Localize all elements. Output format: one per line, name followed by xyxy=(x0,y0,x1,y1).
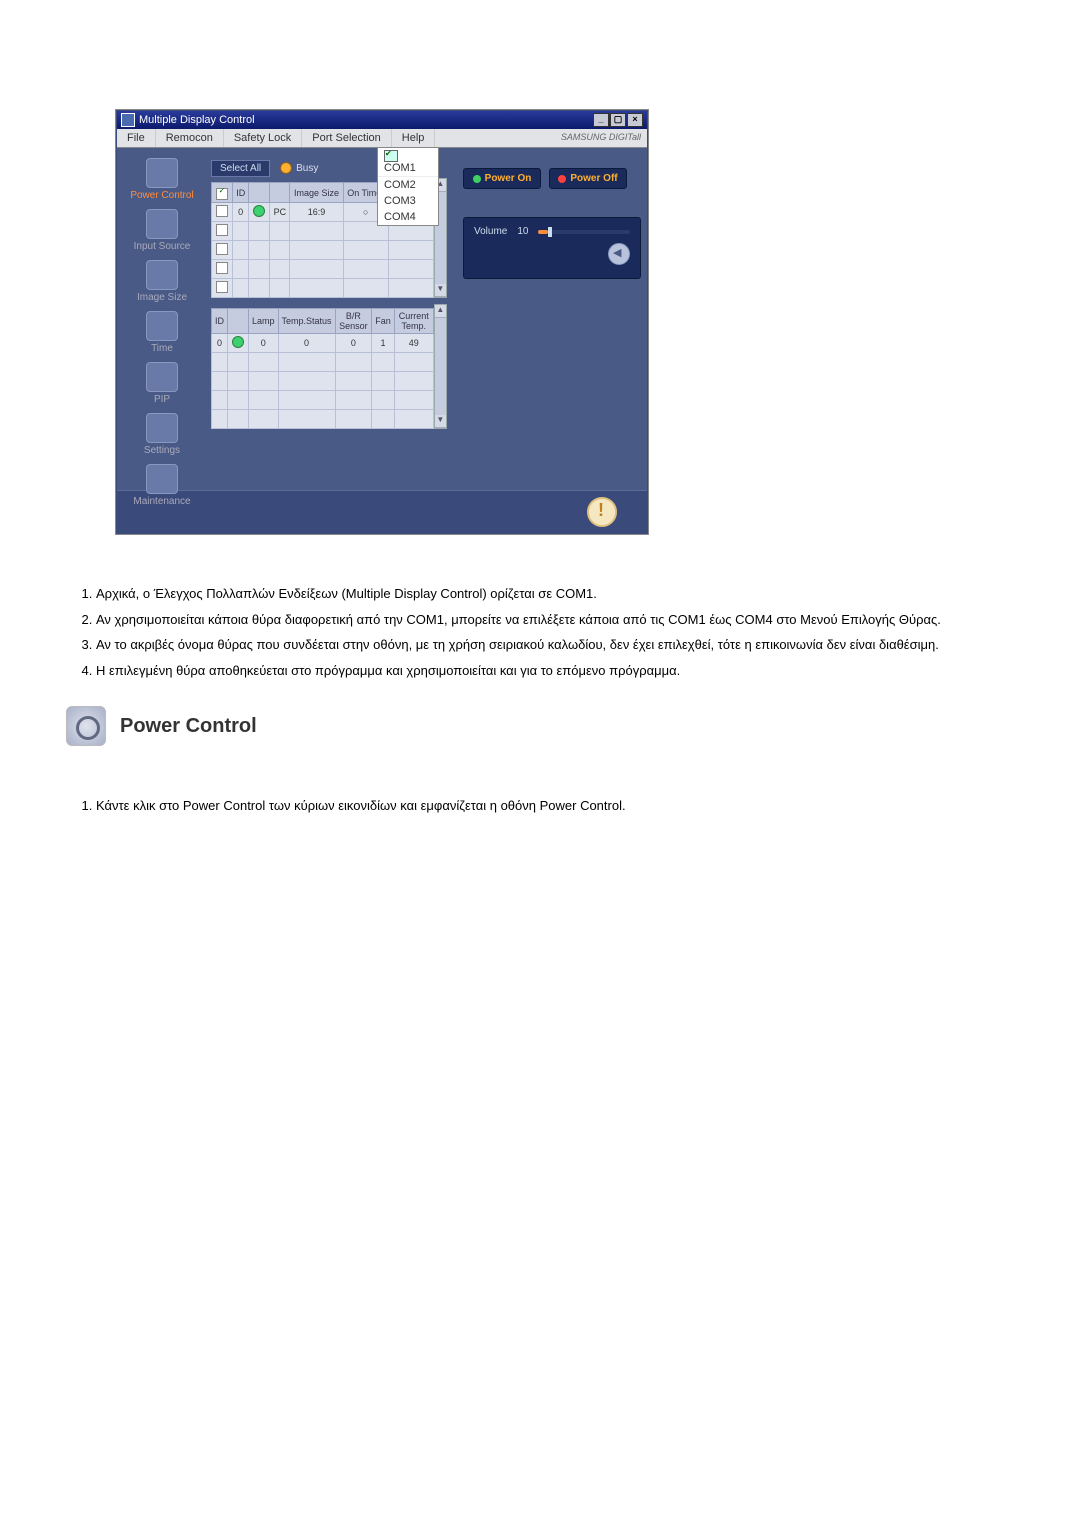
app-icon xyxy=(121,113,135,127)
menubar: File Remocon Safety Lock Port Selection … xyxy=(117,129,647,148)
menu-portselection[interactable]: Port Selection xyxy=(302,129,391,147)
table-row xyxy=(212,372,434,391)
sidebar-item-time[interactable]: Time xyxy=(117,307,207,358)
port-dropdown: COM1 COM2 COM3 COM4 xyxy=(377,147,439,226)
port-option-com1[interactable]: COM1 xyxy=(378,148,438,177)
volume-label: Volume xyxy=(474,226,507,237)
menu-remocon[interactable]: Remocon xyxy=(156,129,224,147)
row-checkbox[interactable] xyxy=(216,205,228,217)
status-dot-icon xyxy=(232,336,244,348)
table-row xyxy=(212,241,434,260)
sidebar: Power Control Input Source Image Size Ti… xyxy=(117,148,207,490)
table-row xyxy=(212,260,434,279)
col2-id: ID xyxy=(212,309,228,334)
table-row[interactable]: 0 0 0 0 1 49 xyxy=(212,334,434,353)
volume-panel: Volume 10 xyxy=(463,217,641,279)
close-button[interactable]: × xyxy=(627,113,643,127)
power-control-icon xyxy=(66,706,106,746)
list-item: Αρχικά, ο Έλεγχος Πολλαπλών Ενδείξεων (M… xyxy=(96,584,1012,604)
sidebar-item-settings[interactable]: Settings xyxy=(117,409,207,460)
busy-dot-icon xyxy=(280,162,292,174)
section-title: Power Control xyxy=(120,715,257,738)
maintenance-icon xyxy=(146,464,178,494)
header-checkbox[interactable] xyxy=(216,188,228,200)
power-icon xyxy=(146,158,178,188)
brand-label: SAMSUNG DIGITall xyxy=(555,129,647,147)
table-row xyxy=(212,410,434,429)
sidebar-item-maintenance[interactable]: Maintenance xyxy=(117,460,207,511)
titlebar: Multiple Display Control _ ▢ × xyxy=(117,111,647,129)
table-row xyxy=(212,279,434,298)
menu-help[interactable]: Help xyxy=(392,129,436,147)
col2-brsensor: B/R Sensor xyxy=(335,309,372,334)
col2-lamp: Lamp xyxy=(249,309,279,334)
speaker-icon[interactable] xyxy=(608,243,630,265)
app-window: Multiple Display Control _ ▢ × File Remo… xyxy=(116,110,648,534)
col-source xyxy=(270,183,290,203)
col2-currenttemp: Current Temp. xyxy=(394,309,433,334)
time-icon xyxy=(146,311,178,341)
minimize-button[interactable]: _ xyxy=(593,113,609,127)
menu-file[interactable]: File xyxy=(117,129,156,147)
scrollbar[interactable]: ▲▼ xyxy=(434,304,447,429)
sidebar-item-input-source[interactable]: Input Source xyxy=(117,205,207,256)
sidebar-item-pip[interactable]: PIP xyxy=(117,358,207,409)
sidebar-item-power-control[interactable]: Power Control xyxy=(117,154,207,205)
col-id: ID xyxy=(233,183,249,203)
scroll-up-icon[interactable]: ▲ xyxy=(435,305,446,318)
pip-icon xyxy=(146,362,178,392)
sidebar-item-image-size[interactable]: Image Size xyxy=(117,256,207,307)
power-on-button[interactable]: Power On xyxy=(463,168,541,189)
maximize-button[interactable]: ▢ xyxy=(610,113,626,127)
list-item: Αν χρησιμοποιείται κάποια θύρα διαφορετι… xyxy=(96,610,1012,630)
volume-handle[interactable] xyxy=(548,227,552,237)
window-title: Multiple Display Control xyxy=(139,114,255,126)
power-off-button[interactable]: Power Off xyxy=(549,168,627,189)
table-row xyxy=(212,353,434,372)
port-option-com3[interactable]: COM3 xyxy=(378,193,438,209)
busy-indicator: Busy xyxy=(280,162,318,174)
port-option-com2[interactable]: COM2 xyxy=(378,177,438,193)
section-notes-list: Κάντε κλικ στο Power Control των κύριων … xyxy=(78,796,1012,816)
image-size-icon xyxy=(146,260,178,290)
power-off-indicator-icon xyxy=(558,175,566,183)
port-option-com4[interactable]: COM4 xyxy=(378,209,438,225)
section-header: Power Control xyxy=(66,706,1022,746)
scroll-down-icon[interactable]: ▼ xyxy=(435,415,446,428)
volume-slider[interactable] xyxy=(538,230,630,234)
table-row xyxy=(212,391,434,410)
menu-safetylock[interactable]: Safety Lock xyxy=(224,129,302,147)
volume-value: 10 xyxy=(517,226,528,237)
warning-icon xyxy=(587,497,617,527)
scroll-down-icon[interactable]: ▼ xyxy=(435,284,446,297)
notes-list: Αρχικά, ο Έλεγχος Πολλαπλών Ενδείξεων (M… xyxy=(78,584,1012,680)
col2-tempstatus: Temp.Status xyxy=(278,309,335,334)
list-item: Κάντε κλικ στο Power Control των κύριων … xyxy=(96,796,1012,816)
status-dot-icon xyxy=(253,205,265,217)
source-icon xyxy=(146,209,178,239)
list-item: Η επιλεγμένη θύρα αποθηκεύεται στο πρόγρ… xyxy=(96,661,1012,681)
col2-fan: Fan xyxy=(372,309,395,334)
col-imagesize: Image Size xyxy=(290,183,343,203)
check-icon xyxy=(384,150,398,162)
list-item: Αν το ακριβές όνομα θύρας που συνδέεται … xyxy=(96,635,1012,655)
power-on-indicator-icon xyxy=(473,175,481,183)
select-all-button[interactable]: Select All xyxy=(211,160,270,177)
status-table: ID Lamp Temp.Status B/R Sensor Fan Curre… xyxy=(211,308,434,429)
settings-icon xyxy=(146,413,178,443)
